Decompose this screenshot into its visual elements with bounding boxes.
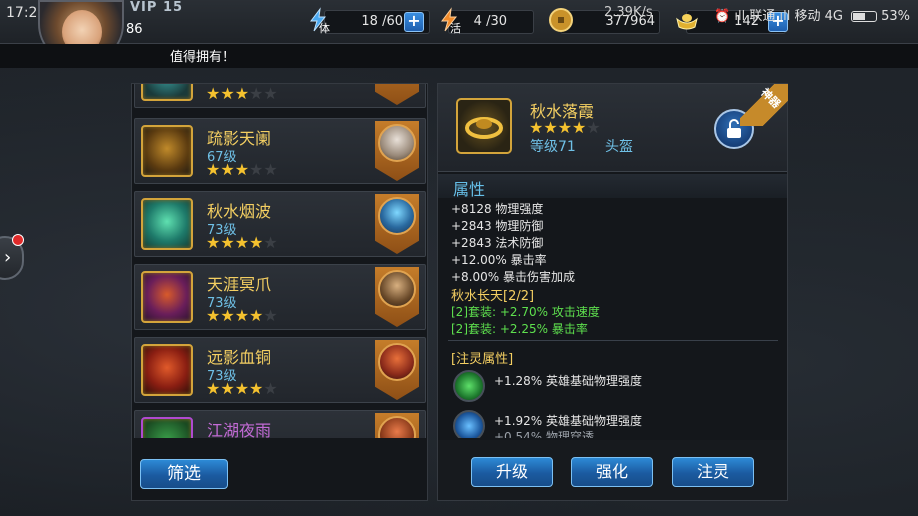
attribute-line: +8.00% 暴击伤害加成 xyxy=(451,270,575,284)
attributes-title-bar xyxy=(438,174,787,198)
vitality-value: 4 /30 xyxy=(473,14,507,29)
item-stars: ★★★★★ xyxy=(206,84,278,103)
set-title: 秋水长天[2/2] xyxy=(451,289,535,304)
detail-stars: ★★★★★ xyxy=(529,118,601,137)
green-gem-icon xyxy=(141,417,193,438)
infuse-button[interactable]: 注灵 xyxy=(672,457,754,487)
enhance-button[interactable]: 强化 xyxy=(571,457,653,487)
jade-armor-icon xyxy=(141,198,193,250)
list-item[interactable]: ★★★★★ xyxy=(134,84,426,108)
hero-portrait xyxy=(378,197,416,235)
attributes-title: 属性 xyxy=(453,180,486,199)
list-item[interactable]: 江湖夜雨 xyxy=(134,410,426,438)
stamina-label: 体 xyxy=(319,22,330,35)
item-name: 江湖夜雨 xyxy=(207,421,272,438)
claw-icon xyxy=(141,271,193,323)
battery-icon xyxy=(851,11,878,22)
player-level: 86 xyxy=(126,22,143,37)
green-spirit-icon xyxy=(453,370,485,402)
hero-portrait xyxy=(378,270,416,308)
vitality-label: 活 xyxy=(450,22,461,35)
spirit-title: [注灵属性] xyxy=(451,352,514,367)
attribute-line: +2843 物理防御 xyxy=(451,219,544,233)
upgrade-button[interactable]: 升级 xyxy=(471,457,553,487)
blade-icon xyxy=(141,344,193,396)
hero-portrait xyxy=(378,124,416,162)
detail-item-level: 等级71 xyxy=(530,139,576,155)
spirit-line: +1.92% 英雄基础物理强度 xyxy=(494,414,642,428)
set-bonus-line: [2]套装: +2.70% 攻击速度 xyxy=(451,305,600,319)
helmet-icon xyxy=(456,98,512,154)
list-item[interactable]: 秋水烟波 73级 ★★★★★ xyxy=(134,191,426,257)
item-stars: ★★★★★ xyxy=(206,379,278,398)
coin-icon xyxy=(548,7,574,33)
filter-button[interactable]: 筛选 xyxy=(140,459,228,489)
detail-item-slot: 头盔 xyxy=(605,139,633,155)
item-stars: ★★★★★ xyxy=(206,160,278,179)
hero-portrait xyxy=(378,416,416,438)
add-stamina-button[interactable]: + xyxy=(404,12,424,32)
gold-ingot-icon xyxy=(674,7,700,33)
hero-portrait xyxy=(378,343,416,381)
vip-badge: VIP 15 xyxy=(130,0,184,15)
notification-dot xyxy=(12,234,24,246)
bracer-icon xyxy=(141,84,193,101)
hero-badge xyxy=(375,84,419,105)
spirit-line: +0.54% 物理穿透 xyxy=(494,430,594,438)
system-status: ⏰ ıll 联通 ıll 移动 4G 53% xyxy=(714,9,910,24)
blue-spirit-icon xyxy=(453,410,485,438)
attribute-line: +8128 物理强度 xyxy=(451,202,544,216)
battery-percent: 53% xyxy=(881,9,910,24)
list-item[interactable]: 疏影天阑 67级 ★★★★★ xyxy=(134,118,426,184)
armor-icon xyxy=(141,125,193,177)
hero-badge xyxy=(375,121,419,181)
hero-badge xyxy=(375,267,419,327)
stamina-value: 18 /60 xyxy=(361,14,403,29)
hero-badge xyxy=(375,194,419,254)
attribute-line: +2843 法术防御 xyxy=(451,236,544,250)
item-stars: ★★★★★ xyxy=(206,306,278,325)
item-stars: ★★★★★ xyxy=(206,233,278,252)
carrier-1: 联通 xyxy=(749,9,776,24)
ticker-text: 值得拥有！ xyxy=(170,50,236,65)
set-bonus-line: [2]套装: +2.25% 暴击率 xyxy=(451,322,588,336)
equipment-list[interactable]: ★★★★★ 疏影天阑 67级 ★★★★★ 秋水烟波 73级 ★★★★★ 天涯冥爪… xyxy=(132,84,427,438)
spirit-line: +1.28% 英雄基础物理强度 xyxy=(494,374,642,388)
carrier-2: 移动 4G xyxy=(794,9,843,24)
list-item[interactable]: 远影血铜 73级 ★★★★★ xyxy=(134,337,426,403)
hero-badge xyxy=(375,413,419,438)
net-speed: 2.39K/s xyxy=(604,5,653,20)
list-item[interactable]: 天涯冥爪 73级 ★★★★★ xyxy=(134,264,426,330)
attribute-line: +12.00% 暴击率 xyxy=(451,253,547,267)
divider xyxy=(448,340,778,341)
hero-badge xyxy=(375,340,419,400)
attributes-scroll-area[interactable]: +8128 物理强度 +2843 物理防御 +2843 法术防御 +12.00%… xyxy=(438,198,787,438)
ticker-bar xyxy=(0,44,918,68)
